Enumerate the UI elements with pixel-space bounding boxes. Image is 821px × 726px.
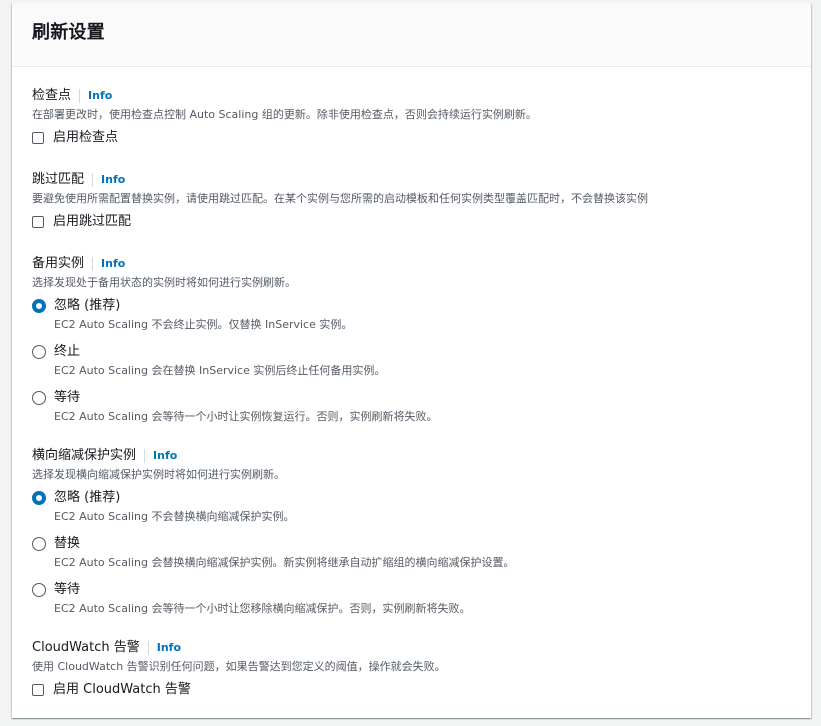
scale-in-option-replace[interactable]: 替换 EC2 Auto Scaling 会替换横向缩减保护实例。新实例将继承自动…	[32, 535, 515, 571]
standby-wait-description: EC2 Auto Scaling 会等待一个小时让实例恢复运行。否则，实例刷新将…	[54, 410, 438, 423]
standby-terminate-label[interactable]: 终止	[54, 343, 80, 361]
scale-in-info-link[interactable]: Info	[153, 447, 177, 465]
checkpoint-info-link[interactable]: Info	[88, 87, 112, 105]
scale-in-replace-description: EC2 Auto Scaling 会替换横向缩减保护实例。新实例将继承自动扩缩组…	[54, 556, 515, 569]
cloudwatch-label-row: CloudWatch 告警 Info	[32, 639, 446, 657]
radio-row[interactable]: 等待	[32, 581, 515, 599]
radio-row[interactable]: 等待	[32, 389, 438, 407]
standby-label: 备用实例	[32, 256, 85, 271]
standby-ignore-radio[interactable]	[32, 299, 46, 313]
checkpoint-label-row: 检查点 Info	[32, 87, 537, 105]
skip-matching-info-link[interactable]: Info	[101, 171, 125, 189]
scale-in-wait-label[interactable]: 等待	[54, 581, 80, 599]
cloudwatch-section: CloudWatch 告警 Info 使用 CloudWatch 告警识别任何问…	[32, 639, 446, 699]
checkpoint-label: 检查点	[32, 88, 72, 103]
info-separator	[79, 89, 81, 103]
scale-in-replace-radio[interactable]	[32, 537, 46, 551]
standby-label-row: 备用实例 Info	[32, 255, 438, 273]
standby-option-terminate[interactable]: 终止 EC2 Auto Scaling 会在替换 InService 实例后终止…	[32, 343, 438, 379]
scale-in-wait-description: EC2 Auto Scaling 会等待一个小时让您移除横向缩减保护。否则，实例…	[54, 602, 471, 615]
scale-in-ignore-label[interactable]: 忽略 (推荐)	[54, 489, 120, 507]
cloudwatch-checkbox-label[interactable]: 启用 CloudWatch 告警	[53, 681, 191, 699]
skip-matching-checkbox-row[interactable]: 启用跳过匹配	[32, 213, 648, 231]
cloudwatch-checkbox-row[interactable]: 启用 CloudWatch 告警	[32, 681, 446, 699]
scale-in-label: 横向缩减保护实例	[32, 448, 137, 463]
skip-matching-label-row: 跳过匹配 Info	[32, 171, 648, 189]
skip-matching-checkbox[interactable]	[32, 216, 44, 228]
info-separator	[92, 173, 94, 187]
scale-in-ignore-description: EC2 Auto Scaling 不会替换横向缩减保护实例。	[54, 510, 295, 523]
scale-in-label-row: 横向缩减保护实例 Info	[32, 447, 515, 465]
scale-in-description: 选择发现横向缩减保护实例时将如何进行实例刷新。	[32, 468, 285, 481]
info-separator	[147, 641, 149, 655]
cloudwatch-description: 使用 CloudWatch 告警识别任何问题，如果告警达到您定义的阈值，操作就会…	[32, 660, 446, 673]
radio-row[interactable]: 替换	[32, 535, 515, 553]
standby-wait-radio[interactable]	[32, 391, 46, 405]
scale-in-replace-label[interactable]: 替换	[54, 535, 80, 553]
scale-in-option-wait[interactable]: 等待 EC2 Auto Scaling 会等待一个小时让您移除横向缩减保护。否则…	[32, 581, 515, 617]
checkpoint-checkbox[interactable]	[32, 132, 44, 144]
info-separator	[92, 257, 94, 271]
cloudwatch-checkbox[interactable]	[32, 684, 44, 696]
radio-row[interactable]: 忽略 (推荐)	[32, 489, 515, 507]
cloudwatch-info-link[interactable]: Info	[157, 639, 181, 657]
standby-ignore-description: EC2 Auto Scaling 不会终止实例。仅替换 InService 实例…	[54, 318, 353, 331]
info-separator	[144, 449, 146, 463]
standby-option-wait[interactable]: 等待 EC2 Auto Scaling 会等待一个小时让实例恢复运行。否则，实例…	[32, 389, 438, 425]
standby-section: 备用实例 Info 选择发现处于备用状态的实例时将如何进行实例刷新。 忽略 (推…	[32, 255, 438, 425]
skip-matching-section: 跳过匹配 Info 要避免使用所需配置替换实例，请使用跳过匹配。在某个实例与您所…	[32, 171, 648, 231]
standby-option-ignore[interactable]: 忽略 (推荐) EC2 Auto Scaling 不会终止实例。仅替换 InSe…	[32, 297, 438, 333]
radio-row[interactable]: 忽略 (推荐)	[32, 297, 438, 315]
skip-matching-description: 要避免使用所需配置替换实例，请使用跳过匹配。在某个实例与您所需的启动模板和任何实…	[32, 192, 648, 205]
standby-ignore-label[interactable]: 忽略 (推荐)	[54, 297, 120, 315]
checkpoint-checkbox-label[interactable]: 启用检查点	[53, 129, 118, 147]
standby-wait-label[interactable]: 等待	[54, 389, 80, 407]
skip-matching-checkbox-label[interactable]: 启用跳过匹配	[53, 213, 131, 231]
scale-in-protection-section: 横向缩减保护实例 Info 选择发现横向缩减保护实例时将如何进行实例刷新。 忽略…	[32, 447, 515, 617]
radio-row[interactable]: 终止	[32, 343, 438, 361]
checkpoint-description: 在部署更改时，使用检查点控制 Auto Scaling 组的更新。除非使用检查点…	[32, 108, 537, 121]
checkpoint-section: 检查点 Info 在部署更改时，使用检查点控制 Auto Scaling 组的更…	[32, 87, 537, 147]
skip-matching-label: 跳过匹配	[32, 172, 85, 187]
standby-description: 选择发现处于备用状态的实例时将如何进行实例刷新。	[32, 276, 296, 289]
scale-in-option-ignore[interactable]: 忽略 (推荐) EC2 Auto Scaling 不会替换横向缩减保护实例。	[32, 489, 515, 525]
standby-terminate-description: EC2 Auto Scaling 会在替换 InService 实例后终止任何备…	[54, 364, 386, 377]
panel-title: 刷新设置	[32, 22, 105, 43]
refresh-settings-panel: 刷新设置 检查点 Info 在部署更改时，使用检查点控制 Auto Scalin…	[12, 3, 811, 718]
cloudwatch-label: CloudWatch 告警	[32, 640, 140, 655]
scale-in-ignore-radio[interactable]	[32, 491, 46, 505]
panel-header: 刷新设置	[12, 3, 811, 67]
scale-in-wait-radio[interactable]	[32, 583, 46, 597]
checkpoint-checkbox-row[interactable]: 启用检查点	[32, 129, 537, 147]
standby-info-link[interactable]: Info	[101, 255, 125, 273]
standby-terminate-radio[interactable]	[32, 345, 46, 359]
